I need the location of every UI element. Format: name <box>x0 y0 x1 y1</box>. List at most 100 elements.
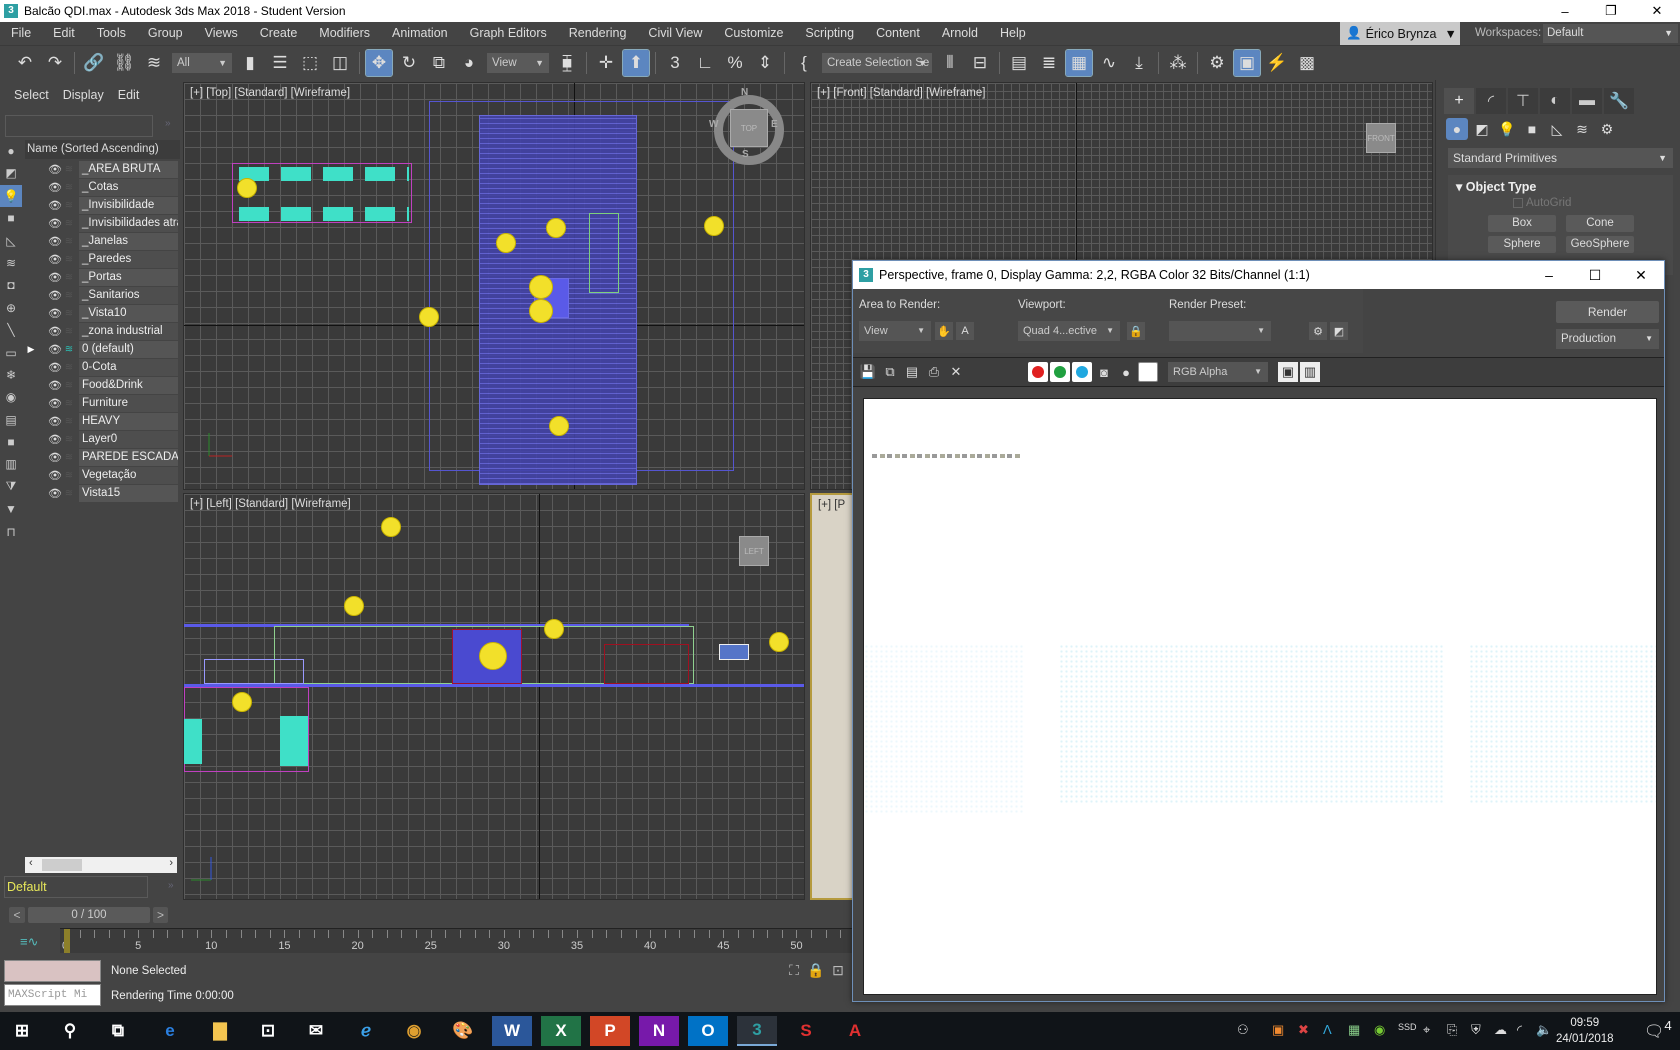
named-selection-dropdown[interactable]: Create Selection Se ▼ <box>822 53 932 73</box>
layer-stack-icon[interactable]: ≋ <box>63 254 75 265</box>
sketchup-icon[interactable]: S <box>786 1016 826 1046</box>
save-image-icon[interactable]: 💾 <box>858 362 878 382</box>
visibility-eye-icon[interactable]: 👁 <box>47 379 63 392</box>
layer-stack-icon[interactable]: ≋ <box>63 380 75 391</box>
explorer-tab-display[interactable]: Display <box>63 88 104 102</box>
color-app-icon[interactable]: ▦ <box>1348 1022 1360 1038</box>
display-frozen-icon[interactable]: ❄ <box>0 364 22 386</box>
satellite-icon[interactable]: ⌖ <box>1423 1022 1430 1038</box>
box-button[interactable]: Box <box>1488 215 1556 232</box>
layer-row[interactable]: 👁 ≋ _Janelas <box>25 232 178 250</box>
chrome-icon[interactable]: ◉ <box>394 1016 434 1046</box>
channel-display-dropdown[interactable]: RGB Alpha ▼ <box>1168 362 1268 382</box>
menu-tools[interactable]: Tools <box>86 22 137 45</box>
background-color-swatch[interactable] <box>1138 362 1158 382</box>
toggle-ui-overlay-icon[interactable]: ▣ <box>1278 362 1298 382</box>
light-icon[interactable] <box>549 416 569 436</box>
light-icon[interactable] <box>769 632 789 652</box>
align-icon[interactable]: ⊟ <box>967 50 993 76</box>
light-icon[interactable] <box>544 619 564 639</box>
geometry-icon[interactable]: ● <box>1446 118 1468 140</box>
people-icon[interactable]: ⚇ <box>1237 1022 1249 1038</box>
display-geometry-icon[interactable]: ● <box>0 140 22 162</box>
layer-name[interactable]: 0 (default) <box>79 340 178 358</box>
layer-name[interactable]: Vegetação <box>79 466 178 484</box>
light-icon[interactable] <box>381 517 401 537</box>
layer-name[interactable]: _Janelas <box>79 232 178 250</box>
environment-effects-icon[interactable]: ◩ <box>1330 322 1348 340</box>
onenote-icon[interactable]: N <box>639 1016 679 1046</box>
absolute-mode-icon[interactable]: ⊡ <box>827 962 849 979</box>
layer-row[interactable]: 👁 ≋ _Portas <box>25 268 178 286</box>
onedrive-icon[interactable]: ☁ <box>1494 1022 1507 1038</box>
outlook-icon[interactable]: O <box>688 1016 728 1046</box>
isolate-selection-icon[interactable]: ⛶ <box>783 962 805 979</box>
layer-stack-icon[interactable]: ≋ <box>63 326 75 337</box>
selection-filter-dropdown[interactable]: All ▼ <box>172 53 232 73</box>
viewcube[interactable]: FRONT <box>1366 123 1396 153</box>
internet-explorer-icon[interactable]: ℯ <box>346 1016 386 1046</box>
system-clock[interactable]: 09:59 24/01/2018 <box>1556 1015 1614 1047</box>
display-lights-icon[interactable]: 💡 <box>0 184 22 207</box>
explorer-tab-edit[interactable]: Edit <box>118 88 140 102</box>
layer-row[interactable]: 👁 ≋ _zona industrial <box>25 322 178 340</box>
display-containers-icon[interactable]: ▭ <box>0 342 22 364</box>
space-warps-icon[interactable]: ≋ <box>1571 118 1593 140</box>
autodesk-icon[interactable]: Λ <box>1323 1022 1332 1037</box>
menu-file[interactable]: File <box>0 22 42 45</box>
toggle-ribbon-icon[interactable]: ▦ <box>1065 49 1093 77</box>
layer-row[interactable]: 👁 ≋ Vista15 <box>25 484 178 502</box>
visibility-eye-icon[interactable]: 👁 <box>47 451 63 464</box>
visibility-eye-icon[interactable]: 👁 <box>47 433 63 446</box>
close-button[interactable]: ✕ <box>1634 0 1680 22</box>
scroll-left-icon[interactable]: ‹ <box>29 857 33 869</box>
viewport-label[interactable]: [+] [Front] [Standard] [Wireframe] <box>817 87 985 99</box>
layer-stack-icon[interactable]: ≋ <box>63 470 75 481</box>
monochrome-icon[interactable]: ● <box>1116 362 1136 382</box>
expand-icon[interactable]: » <box>165 118 171 129</box>
viewport-label[interactable]: [+] [Top] [Standard] [Wireframe] <box>190 87 350 99</box>
timeline-ruler[interactable]: 05101520253035404550 <box>60 928 860 953</box>
percent-snap-icon[interactable]: % <box>722 50 748 76</box>
nvidia-icon[interactable]: ◉ <box>1374 1022 1385 1038</box>
layer-row[interactable]: 👁 ≋ _AREA BRUTA <box>25 160 178 178</box>
layer-name[interactable]: _Invisibilidade <box>79 196 178 214</box>
edge-icon[interactable]: e <box>150 1016 190 1046</box>
layer-stack-icon[interactable]: ≋ <box>63 344 75 355</box>
layer-name[interactable]: _Invisibilidades atraz <box>79 214 178 232</box>
mirror-icon[interactable]: ⫴ <box>937 50 963 76</box>
search-icon[interactable]: ⚲ <box>50 1016 90 1046</box>
layer-stack-icon[interactable]: ≋ <box>63 488 75 499</box>
utilities-tab-icon[interactable]: 🔧 <box>1604 88 1634 114</box>
layer-stack-icon[interactable]: ≋ <box>63 182 75 193</box>
display-xrefs-icon[interactable]: ⊕ <box>0 297 22 319</box>
layer-stack-icon[interactable]: ≋ <box>63 164 75 175</box>
visibility-eye-icon[interactable]: 👁 <box>47 253 63 266</box>
display-groups-icon[interactable]: ◘ <box>0 274 22 296</box>
rollout-title[interactable]: ▾ Object Type <box>1456 179 1536 194</box>
scroll-thumb[interactable] <box>42 859 82 871</box>
frame-cursor[interactable] <box>64 929 70 953</box>
current-layer-field[interactable]: Default <box>4 876 148 898</box>
lock-viewport-icon[interactable]: 🔒 <box>1127 322 1145 340</box>
display-invert-icon[interactable]: ▥ <box>0 453 22 475</box>
layer-row[interactable]: 👁 ≋ _Invisibilidade <box>25 196 178 214</box>
hierarchy-tab-icon[interactable]: ⊤ <box>1508 88 1538 114</box>
layer-row[interactable]: 👁 ≋ Layer0 <box>25 430 178 448</box>
layer-name[interactable]: HEAVY <box>79 412 178 430</box>
schematic-view-icon[interactable]: ⤓ <box>1126 50 1152 76</box>
menu-content[interactable]: Content <box>865 22 931 45</box>
layer-stack-icon[interactable]: ≋ <box>63 398 75 409</box>
layer-stack-icon[interactable]: ≋ <box>63 218 75 229</box>
link-icon[interactable]: 🔗 <box>81 50 107 76</box>
light-icon[interactable] <box>496 233 516 253</box>
menu-views[interactable]: Views <box>194 22 249 45</box>
visibility-eye-icon[interactable]: 👁 <box>47 163 63 176</box>
light-icon[interactable] <box>479 642 507 670</box>
workspaces-dropdown[interactable]: Default ▼ <box>1543 24 1678 43</box>
render-button[interactable]: Render <box>1556 301 1659 323</box>
layer-name[interactable]: 0-Cota <box>79 358 178 376</box>
light-icon[interactable] <box>232 692 252 712</box>
select-and-place-icon[interactable]: ◕ <box>456 50 482 76</box>
display-hidden-icon[interactable]: ◉ <box>0 386 22 408</box>
